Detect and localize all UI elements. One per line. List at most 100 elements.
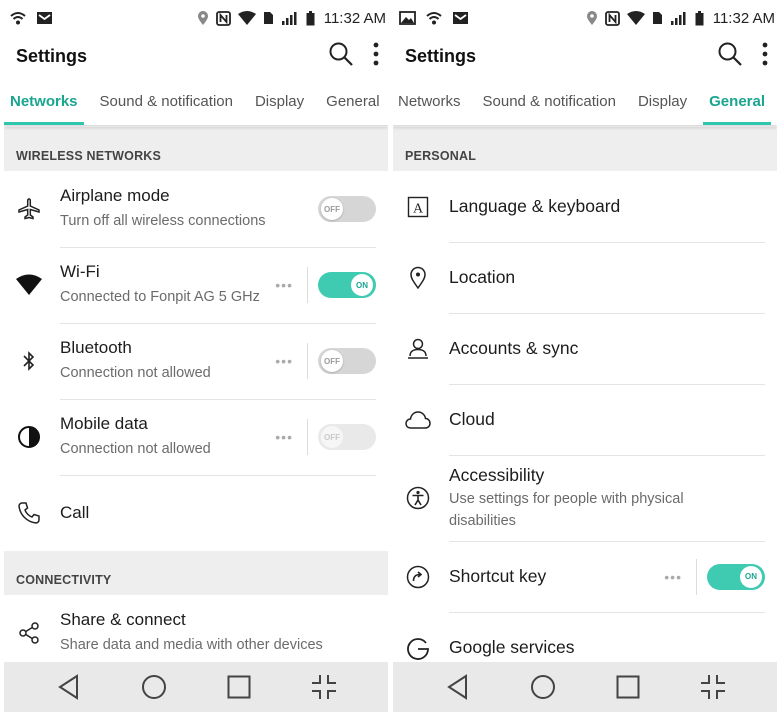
list-item-bluetooth[interactable]: Bluetooth Connection not allowed ••• OFF: [4, 323, 388, 399]
tab-display[interactable]: Display: [638, 93, 687, 125]
page-title: Settings: [16, 45, 88, 66]
item-title: Accessibility: [449, 464, 545, 485]
shortcut-icon: [405, 564, 431, 590]
list-item-share-connect[interactable]: Share & connect Share data and media wit…: [4, 595, 388, 662]
list-item-accessibility[interactable]: Accessibility Use settings for people wi…: [393, 455, 777, 541]
list-item-google-services[interactable]: Google services: [393, 612, 777, 662]
list-item-shortcut-key[interactable]: Shortcut key ••• ON: [393, 541, 777, 612]
section-header-personal: PERSONAL: [393, 127, 777, 171]
tab-display[interactable]: Display: [255, 93, 304, 125]
item-title: Shortcut key: [449, 566, 547, 586]
sim-icon: [263, 11, 274, 25]
item-title: Airplane mode: [60, 186, 170, 205]
item-title: Call: [60, 503, 90, 522]
dual-window-icon[interactable]: [693, 667, 733, 707]
item-title: Share & connect: [60, 610, 186, 629]
more-options-dots[interactable]: •••: [664, 569, 682, 585]
list-item-cloud[interactable]: Cloud: [393, 384, 777, 455]
status-bar: 11:32 AM: [4, 0, 388, 36]
search-icon[interactable]: [328, 41, 354, 72]
list-item-mobile-data[interactable]: Mobile data Connection not allowed ••• O…: [4, 399, 388, 475]
tab-general[interactable]: General: [703, 93, 771, 125]
more-options-dots[interactable]: •••: [275, 277, 293, 293]
item-subtitle: Connected to Fonpit AG 5 GHz: [60, 289, 260, 305]
sim-icon: [652, 11, 663, 25]
list-item-language-keyboard[interactable]: A Language & keyboard: [393, 171, 777, 242]
location-pin-icon: [405, 265, 431, 291]
section-header-wireless: WIRELESS NETWORKS: [4, 127, 388, 171]
tab-networks[interactable]: Networks: [4, 93, 84, 125]
overflow-menu-icon[interactable]: [761, 41, 769, 72]
more-options-dots[interactable]: •••: [275, 429, 293, 445]
item-subtitle: Turn off all wireless connections: [60, 213, 266, 229]
back-icon[interactable]: [49, 667, 89, 707]
language-icon: A: [405, 194, 431, 220]
settings-list: WIRELESS NETWORKS Airplane mode Turn off…: [4, 127, 388, 662]
cloud-icon: [405, 407, 431, 433]
shortcut-key-toggle[interactable]: ON: [707, 563, 765, 590]
recents-icon[interactable]: [608, 667, 648, 707]
screen-divider: [389, 0, 392, 712]
tab-networks[interactable]: Networks: [398, 93, 461, 125]
share-icon: [16, 620, 42, 646]
divider: [307, 419, 308, 455]
item-title: Location: [449, 267, 516, 287]
tab-bar: Networks Sound & notification Display Ge…: [4, 76, 388, 126]
wifi-status-icon: [626, 11, 645, 25]
list-item-call[interactable]: Call: [4, 475, 388, 551]
item-title: Cloud: [449, 409, 495, 429]
item-subtitle-line1: Use settings for people with physical: [449, 490, 684, 507]
item-subtitle: Connection not allowed: [60, 441, 211, 457]
dual-window-icon[interactable]: [304, 667, 344, 707]
list-item-wifi[interactable]: Wi-Fi Connected to Fonpit AG 5 GHz ••• O…: [4, 247, 388, 323]
email-icon: [452, 11, 469, 25]
wifi-icon: [16, 272, 42, 298]
location-status-icon: [197, 10, 209, 26]
tab-general[interactable]: General: [326, 93, 379, 125]
item-title: Accounts & sync: [449, 338, 579, 358]
clock: 11:32 AM: [323, 9, 386, 27]
divider: [307, 343, 308, 379]
tab-bar: Networks Sound & notification Display Ge…: [393, 76, 777, 126]
hotspot-icon: [426, 11, 442, 25]
bluetooth-icon: [16, 348, 42, 374]
recents-icon[interactable]: [219, 667, 259, 707]
nfc-icon: [604, 10, 620, 26]
wifi-status-icon: [237, 11, 256, 25]
search-icon[interactable]: [717, 41, 743, 72]
battery-icon: [695, 10, 704, 26]
status-bar: 11:32 AM: [393, 0, 777, 36]
gallery-icon: [399, 11, 416, 25]
location-status-icon: [586, 10, 598, 26]
hotspot-icon: [10, 11, 26, 25]
settings-screen-general: 11:32 AM Settings Networks Sound & notif…: [393, 0, 777, 712]
section-header-connectivity: CONNECTIVITY: [4, 551, 388, 595]
list-item-accounts-sync[interactable]: Accounts & sync: [393, 313, 777, 384]
list-item-airplane-mode[interactable]: Airplane mode Turn off all wireless conn…: [4, 171, 388, 247]
wifi-toggle[interactable]: ON: [318, 272, 376, 298]
item-title: Mobile data: [60, 414, 148, 433]
item-subtitle-line2: disabilities: [449, 512, 516, 529]
navigation-bar: [393, 662, 777, 712]
back-icon[interactable]: [438, 667, 478, 707]
airplane-mode-toggle[interactable]: OFF: [318, 196, 376, 222]
more-options-dots[interactable]: •••: [275, 353, 293, 369]
nfc-icon: [215, 10, 231, 26]
app-bar: Settings: [4, 36, 388, 76]
overflow-menu-icon[interactable]: [372, 41, 380, 72]
bluetooth-toggle[interactable]: OFF: [318, 348, 376, 374]
list-item-location[interactable]: Location: [393, 242, 777, 313]
home-icon[interactable]: [134, 667, 174, 707]
signal-icon: [281, 11, 299, 25]
home-icon[interactable]: [523, 667, 563, 707]
item-subtitle: Share data and media with other devices: [60, 637, 323, 653]
airplane-icon: [16, 196, 42, 222]
clock: 11:32 AM: [712, 9, 775, 27]
tab-sound-notification[interactable]: Sound & notification: [483, 93, 616, 125]
svg-text:A: A: [413, 201, 424, 216]
tab-sound-notification[interactable]: Sound & notification: [100, 93, 233, 125]
account-icon: [405, 336, 431, 362]
google-icon: [405, 635, 431, 661]
mobile-data-toggle[interactable]: OFF: [318, 424, 376, 450]
settings-list: PERSONAL A Language & keyboard Location …: [393, 127, 777, 662]
